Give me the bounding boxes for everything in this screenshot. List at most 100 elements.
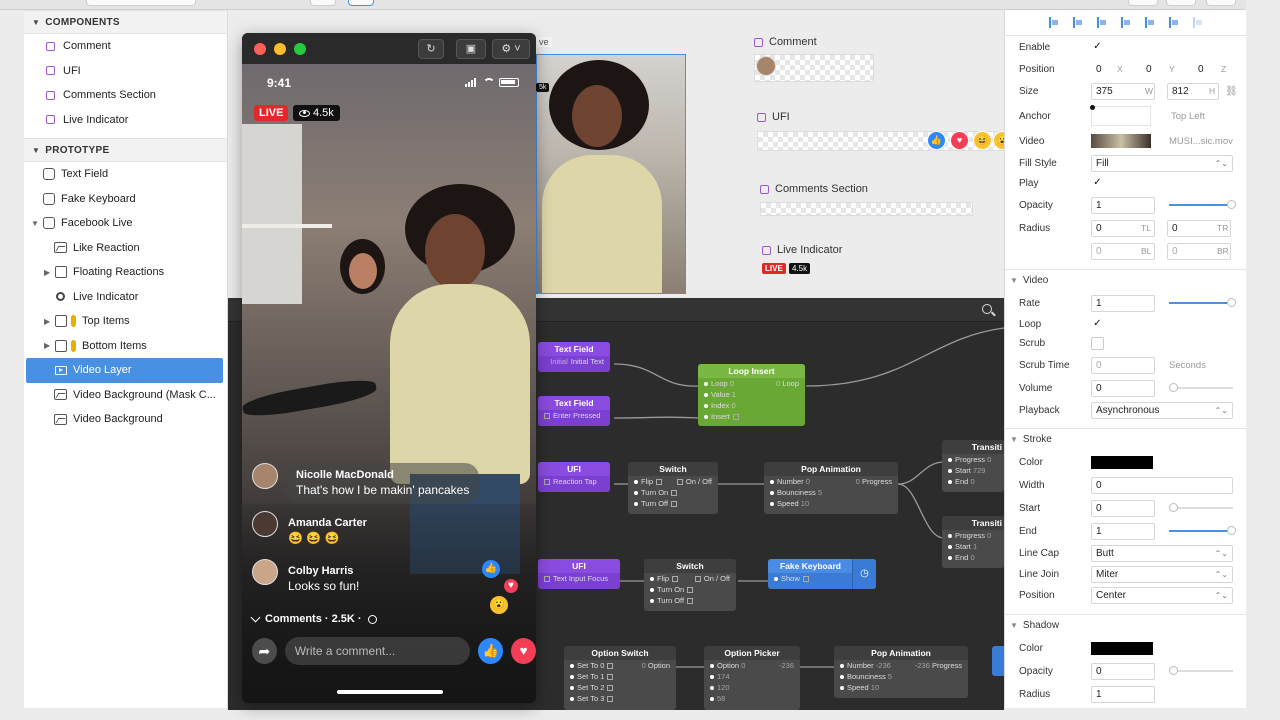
node-offscreen-blue[interactable] [992, 646, 1004, 676]
canvas-video-preview[interactable] [536, 54, 686, 294]
stroke-end-field[interactable]: 1 [1091, 522, 1155, 540]
node-ufi-2[interactable]: UFI Text Input Focus [538, 559, 620, 589]
component-item-ufi[interactable]: UFI [24, 59, 227, 84]
align-center-icon[interactable] [1073, 17, 1082, 28]
node-port[interactable]: Number 00 Progress [764, 476, 898, 487]
line-cap-select[interactable]: Butt ⌃⌄ [1091, 544, 1233, 562]
node-port[interactable]: Set To 3 [564, 693, 676, 704]
node-switch-1[interactable]: Switch Flip On / Off Turn On Turn Off [628, 462, 718, 514]
node-loop-insert[interactable]: Loop Insert Loop 00 Loop Value 1 Index 0… [698, 364, 805, 426]
node-port[interactable]: 120 [704, 682, 800, 693]
minimize-button[interactable] [274, 43, 286, 55]
toolbar-button-active[interactable] [348, 0, 374, 6]
align-bottom-icon[interactable] [1169, 17, 1178, 28]
align-top-icon[interactable] [1121, 17, 1130, 28]
layer-item-fake-keyboard[interactable]: Fake Keyboard [24, 187, 227, 212]
love-button-icon[interactable]: ♥ [511, 638, 536, 664]
position-x-field[interactable]: 0 [1091, 60, 1129, 78]
node-ufi-1[interactable]: UFI Reaction Tap [538, 462, 610, 492]
layer-item-text-field[interactable]: Text Field [24, 162, 227, 187]
comments-count-toggle[interactable]: Comments · 2.5K · [250, 612, 377, 625]
node-port[interactable]: Option 0 -236 [704, 660, 800, 671]
node-port[interactable]: 174 [704, 671, 800, 682]
node-port[interactable]: Flip On / Off [628, 476, 718, 487]
enable-checkbox[interactable]: ✓ [1091, 41, 1104, 54]
node-option-picker[interactable]: Option Picker Option 0 -236 174 120 58 [704, 646, 800, 710]
scrub-time-field[interactable]: 0 [1091, 356, 1155, 374]
like-button-icon[interactable]: 👍 [478, 638, 504, 664]
loop-checkbox[interactable]: ✓ [1091, 318, 1104, 331]
node-switch-2[interactable]: Switch Flip On / Off Turn On Turn Off [644, 559, 736, 611]
playback-select[interactable]: Asynchronous ⌃⌄ [1091, 401, 1233, 419]
layer-item-like-reaction[interactable]: Like Reaction [24, 236, 227, 261]
anchor-picker[interactable] [1090, 105, 1151, 126]
node-port[interactable]: End 0 [942, 476, 1004, 487]
comments-section-card-preview[interactable] [760, 202, 973, 216]
shadow-opacity-slider[interactable] [1169, 666, 1233, 675]
close-button[interactable] [254, 43, 266, 55]
node-port[interactable]: Enter Pressed [538, 410, 610, 421]
align-right-icon[interactable] [1097, 17, 1106, 28]
stroke-width-field[interactable]: 0 [1091, 476, 1233, 494]
volume-field[interactable]: 0 [1091, 379, 1155, 397]
toolbar-search-field[interactable] [86, 0, 196, 6]
fill-style-select[interactable]: Fill ⌃⌄ [1091, 154, 1233, 172]
align-left-icon[interactable] [1049, 17, 1058, 28]
layer-item-live-indicator[interactable]: Live Indicator [24, 285, 227, 310]
component-item-comment[interactable]: Comment [24, 34, 227, 59]
comment-item[interactable]: Amanda Carter 😆 😆 😆 [252, 511, 377, 551]
node-pop-animation-2[interactable]: Pop Animation Number -236 -236 Progress B… [834, 646, 968, 698]
prototype-section-header[interactable]: ▼ PROTOTYPE [24, 138, 227, 162]
write-comment-input[interactable] [284, 637, 471, 665]
node-port[interactable]: Start 729 [942, 465, 1004, 476]
toolbar-button[interactable] [310, 0, 336, 6]
scrub-checkbox[interactable] [1091, 336, 1104, 350]
layer-item-bottom-items[interactable]: ▶ Bottom Items [24, 334, 227, 359]
node-port[interactable]: Set To 2 [564, 682, 676, 693]
node-port[interactable]: Loop 00 Loop [698, 378, 805, 389]
disclosure-right-icon[interactable]: ▶ [44, 268, 50, 277]
video-thumbnail[interactable] [1091, 134, 1151, 148]
settings-gear-icon[interactable]: ⚙ ˅ [492, 39, 530, 59]
node-port[interactable]: Bounciness 5 [834, 671, 968, 682]
stroke-color-swatch[interactable] [1091, 456, 1153, 469]
node-port[interactable]: Start 1 [942, 541, 1004, 552]
shadow-section-header[interactable]: ▼ Shadow [1005, 614, 1247, 636]
layer-item-top-items[interactable]: ▶ Top Items [24, 309, 227, 334]
prototype-viewer-window[interactable]: ↻ ▣ ⚙ ˅ 9:41 LIVE 4.5k Nicolle MacDonald… [242, 33, 536, 703]
layer-item-video-background-mask[interactable]: Video Background (Mask C... [24, 383, 227, 408]
node-port[interactable]: Value 1 [698, 389, 805, 400]
toolbar-button[interactable] [1206, 0, 1236, 6]
shadow-opacity-field[interactable]: 0 [1091, 662, 1155, 680]
video-section-header[interactable]: ▼ Video [1005, 269, 1247, 291]
node-port[interactable]: Progress 0 [942, 530, 1004, 541]
align-middle-icon[interactable] [1145, 17, 1154, 28]
stroke-start-slider[interactable] [1169, 503, 1233, 512]
node-port[interactable]: End 0 [942, 552, 1004, 563]
zoom-button[interactable] [294, 43, 306, 55]
toolbar-button[interactable] [1166, 0, 1196, 6]
node-port[interactable]: Reaction Tap [538, 476, 610, 487]
node-pop-animation-1[interactable]: Pop Animation Number 00 Progress Bouncin… [764, 462, 898, 514]
record-icon[interactable]: ▣ [456, 39, 486, 59]
node-port[interactable]: Turn On [628, 487, 718, 498]
shadow-radius-field[interactable]: 1 [1091, 685, 1155, 703]
volume-slider[interactable] [1169, 383, 1233, 392]
comment-item[interactable]: Colby Harris Looks so fun! [252, 559, 369, 599]
node-transition-1[interactable]: Transiti Progress 0 Start 729 End 0 [942, 440, 1004, 492]
node-option-switch[interactable]: Option Switch Set To 00 Option Set To 1 … [564, 646, 676, 710]
disclosure-down-icon[interactable]: ▼ [32, 146, 40, 155]
node-port[interactable]: Speed 10 [764, 498, 898, 509]
layer-item-video-layer[interactable]: Video Layer [26, 358, 223, 383]
layer-item-floating-reactions[interactable]: ▶ Floating Reactions [24, 260, 227, 285]
component-item-comments-section[interactable]: Comments Section [24, 83, 227, 108]
node-port[interactable]: Text Input Focus [538, 573, 620, 584]
node-port[interactable]: Turn Off [628, 498, 718, 509]
comment-item[interactable]: Nicolle MacDonald That's how I be makin'… [252, 463, 480, 503]
node-text-field-2[interactable]: Text Field Enter Pressed [538, 396, 610, 426]
reload-icon[interactable]: ↻ [418, 39, 444, 59]
stroke-start-field[interactable]: 0 [1091, 499, 1155, 517]
node-port[interactable]: Number -236 -236 Progress [834, 660, 968, 671]
toolbar-button[interactable] [1128, 0, 1158, 6]
line-join-select[interactable]: Miter ⌃⌄ [1091, 565, 1233, 583]
